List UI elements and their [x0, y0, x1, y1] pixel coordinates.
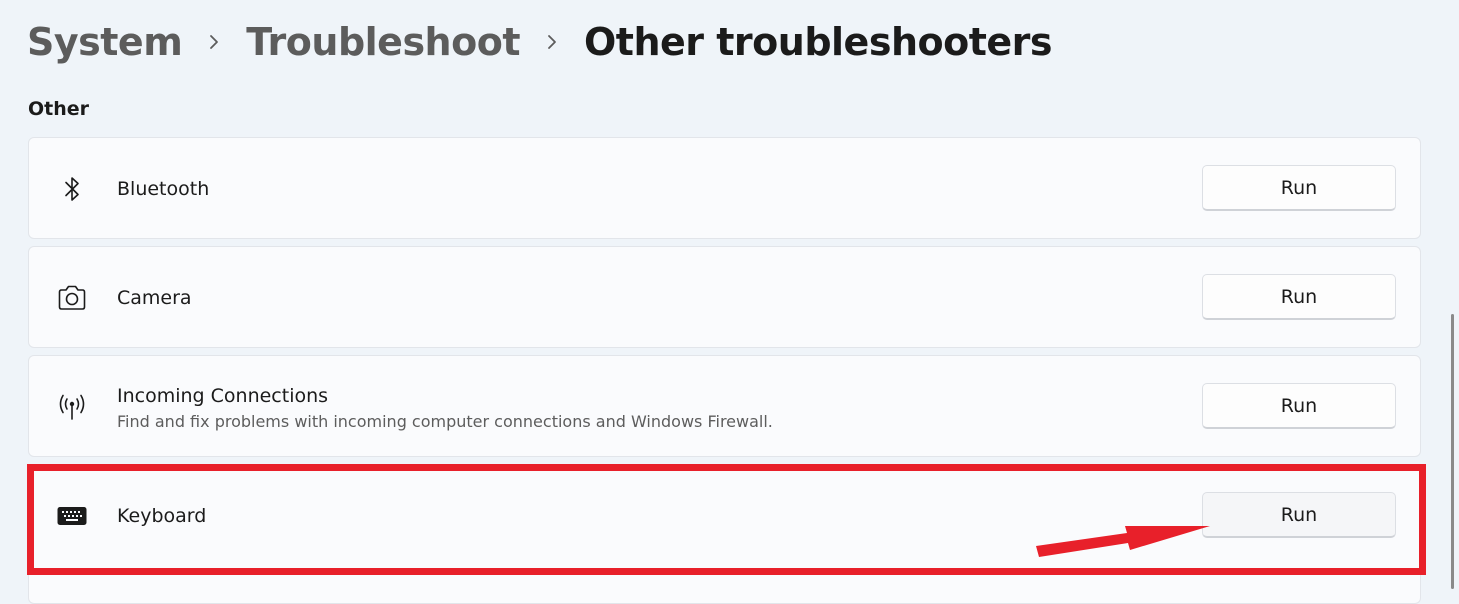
chevron-right-icon: [520, 34, 584, 50]
run-bluetooth-button[interactable]: Run: [1202, 165, 1396, 211]
troubleshooter-keyboard: Keyboard Run: [28, 464, 1421, 604]
chevron-right-icon: [182, 34, 246, 50]
troubleshooter-title: Incoming Connections: [117, 385, 329, 407]
troubleshooter-title: Keyboard: [117, 505, 207, 527]
run-camera-button[interactable]: Run: [1202, 274, 1396, 320]
page-title: Other troubleshooters: [584, 20, 1053, 64]
breadcrumb: System Troubleshoot Other troubleshooter…: [27, 14, 1053, 70]
troubleshooter-description: Find and fix problems with incoming comp…: [117, 412, 773, 431]
troubleshooter-camera: Camera Run: [28, 246, 1421, 348]
camera-icon: [55, 281, 89, 315]
incoming-connections-icon: [55, 390, 89, 424]
breadcrumb-system[interactable]: System: [27, 20, 183, 64]
troubleshooter-title: Camera: [117, 287, 192, 309]
troubleshooter-incoming-connections: Incoming Connections Find and fix proble…: [28, 355, 1421, 457]
troubleshooter-title: Bluetooth: [117, 178, 210, 200]
scrollbar[interactable]: [1451, 314, 1454, 589]
keyboard-icon: [55, 499, 89, 533]
troubleshooter-bluetooth: Bluetooth Run: [28, 137, 1421, 239]
breadcrumb-troubleshoot[interactable]: Troubleshoot: [246, 20, 520, 64]
run-keyboard-button[interactable]: Run: [1202, 492, 1396, 538]
section-title: Other: [28, 98, 90, 120]
bluetooth-icon: [55, 172, 89, 206]
run-incoming-connections-button[interactable]: Run: [1202, 383, 1396, 429]
